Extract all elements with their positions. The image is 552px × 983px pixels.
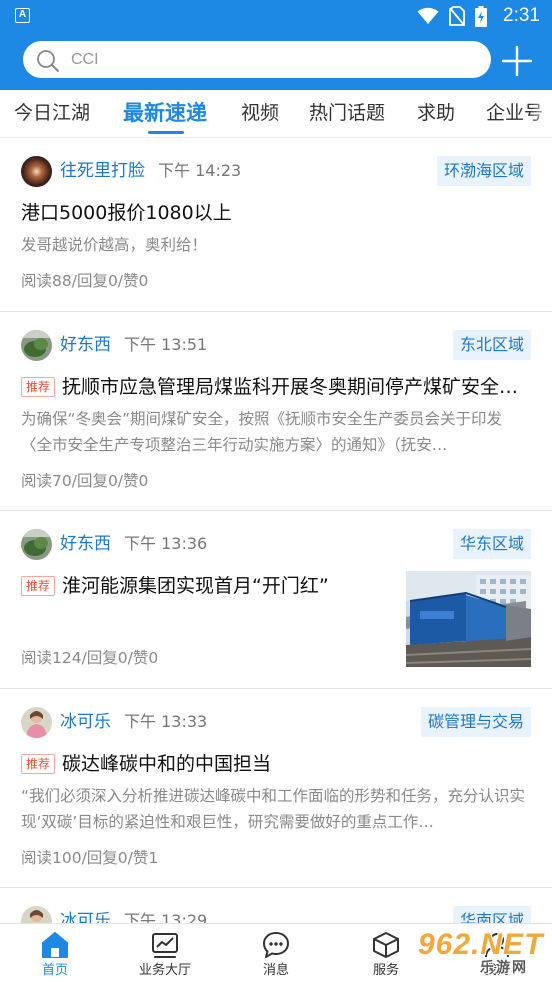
nav-messages[interactable]: 消息	[221, 924, 331, 983]
active-tab-indicator	[148, 131, 184, 134]
author-name[interactable]: 好东西	[60, 530, 111, 558]
post-title-row: 推荐 碳达峰碳中和的中国担当	[21, 749, 531, 779]
post-card[interactable]: 冰可乐 下午 13:33 碳管理与交易 推荐 碳达峰碳中和的中国担当 “我们必须…	[0, 689, 552, 888]
nav-label: 我的	[483, 963, 510, 978]
avatar[interactable]	[21, 529, 52, 560]
chart-icon	[152, 933, 178, 958]
region-tag[interactable]: 华南区域	[452, 906, 531, 923]
wifi-icon	[417, 7, 439, 24]
no-sim-icon	[449, 6, 465, 26]
post-title-row: 港口5000报价1080以上	[21, 198, 232, 228]
recommended-badge: 推荐	[21, 754, 56, 774]
avatar[interactable]	[21, 156, 52, 187]
nav-profile[interactable]: 我的	[442, 924, 552, 983]
region-tag[interactable]: 华东区域	[452, 529, 531, 559]
post-title: 港口5000报价1080以上	[21, 202, 232, 224]
tab-scroll-fade	[530, 90, 552, 137]
author-name[interactable]: 冰可乐	[60, 708, 111, 736]
post-stats: 阅读70/回复0/赞0	[21, 472, 149, 490]
post-card[interactable]: 好东西 下午 13:36 华东区域 推荐 淮河能源集团实现首月“开门红” 阅读1…	[0, 511, 552, 689]
avatar[interactable]	[21, 707, 52, 738]
author-name[interactable]: 往死里打脸	[60, 157, 145, 185]
status-time: 2:31	[503, 5, 540, 26]
tab-help[interactable]: 求助	[417, 90, 455, 137]
post-title: 抚顺市应急管理局煤监科开展冬奥期间停产煤矿安全…	[62, 376, 519, 398]
post-stats: 阅读100/回复0/赞1	[21, 849, 159, 867]
post-stats: 阅读88/回复0/赞0	[21, 272, 149, 290]
author-name[interactable]: 冰可乐	[60, 907, 111, 923]
avatar[interactable]	[21, 330, 52, 361]
post-title-row: 推荐 抚顺市应急管理局煤监科开展冬奥期间停产煤矿安全…	[21, 372, 531, 402]
add-post-button[interactable]	[500, 44, 534, 78]
battery-charging-icon	[475, 5, 488, 27]
region-tag[interactable]: 碳管理与交易	[420, 707, 531, 737]
nav-label: 消息	[262, 963, 289, 978]
app-notification-icon: A	[15, 8, 30, 23]
status-bar: A 2:31	[0, 0, 552, 32]
region-tag[interactable]: 东北区域	[452, 330, 531, 360]
search-bar[interactable]	[23, 41, 491, 78]
post-summary: 为确保“冬奥会”期间煤矿安全，按照《抚顺市安全生产委员会关于印发〈全市安全生产专…	[21, 410, 503, 454]
status-icons: 2:31	[417, 0, 540, 32]
post-title: 淮河能源集团实现首月“开门红”	[62, 575, 329, 597]
search-input[interactable]	[71, 41, 471, 78]
post-card[interactable]: 往死里打脸 下午 14:23 环渤海区域 港口5000报价1080以上 发哥越说…	[0, 138, 552, 312]
post-stats: 阅读124/回复0/赞0	[21, 649, 159, 667]
user-icon	[485, 933, 509, 958]
post-feed: 往死里打脸 下午 14:23 环渤海区域 港口5000报价1080以上 发哥越说…	[0, 138, 552, 923]
nav-home[interactable]: 首页	[0, 924, 110, 983]
author-name[interactable]: 好东西	[60, 331, 111, 359]
tab-hot-topics[interactable]: 热门话题	[309, 90, 385, 137]
nav-services[interactable]: 服务	[331, 924, 441, 983]
category-tab-bar: 今日江湖 最新速递 视频 热门话题 求助 企业号	[0, 90, 552, 138]
post-thumbnail-image[interactable]	[406, 571, 531, 667]
box-icon	[373, 932, 399, 958]
post-summary: “我们必须深入分析推进碳达峰碳中和工作面临的形势和任务，充分认识实现‘双碳’目标…	[21, 787, 526, 831]
nav-label: 首页	[41, 963, 68, 978]
search-icon	[37, 50, 59, 72]
region-tag[interactable]: 环渤海区域	[436, 156, 531, 186]
chat-icon	[263, 932, 289, 958]
post-time: 下午 13:36	[124, 534, 208, 553]
post-time: 下午 13:33	[124, 712, 208, 731]
post-title: 碳达峰碳中和的中国担当	[62, 753, 272, 775]
post-time: 下午 14:23	[158, 161, 242, 180]
bottom-navigation: 首页 业务大厅 消息 服务 我的	[0, 923, 552, 983]
post-time: 下午 13:29	[124, 911, 208, 923]
avatar[interactable]	[21, 906, 52, 923]
tab-video[interactable]: 视频	[241, 90, 279, 137]
post-card[interactable]: 冰可乐 下午 13:29 华南区域	[0, 888, 552, 923]
recommended-badge: 推荐	[21, 377, 56, 397]
post-card[interactable]: 好东西 下午 13:51 东北区域 推荐 抚顺市应急管理局煤监科开展冬奥期间停产…	[0, 312, 552, 511]
nav-label: 业务大厅	[138, 963, 191, 978]
nav-business-hall[interactable]: 业务大厅	[110, 924, 220, 983]
home-icon	[42, 932, 68, 958]
recommended-badge: 推荐	[21, 576, 56, 596]
post-time: 下午 13:51	[124, 335, 208, 354]
post-title-row: 推荐 淮河能源集团实现首月“开门红”	[21, 571, 396, 601]
post-summary: 发哥越说价越高，奥利给！	[21, 236, 208, 254]
top-header	[0, 32, 552, 90]
tab-today-jianghu[interactable]: 今日江湖	[14, 90, 90, 137]
nav-label: 服务	[372, 963, 399, 978]
